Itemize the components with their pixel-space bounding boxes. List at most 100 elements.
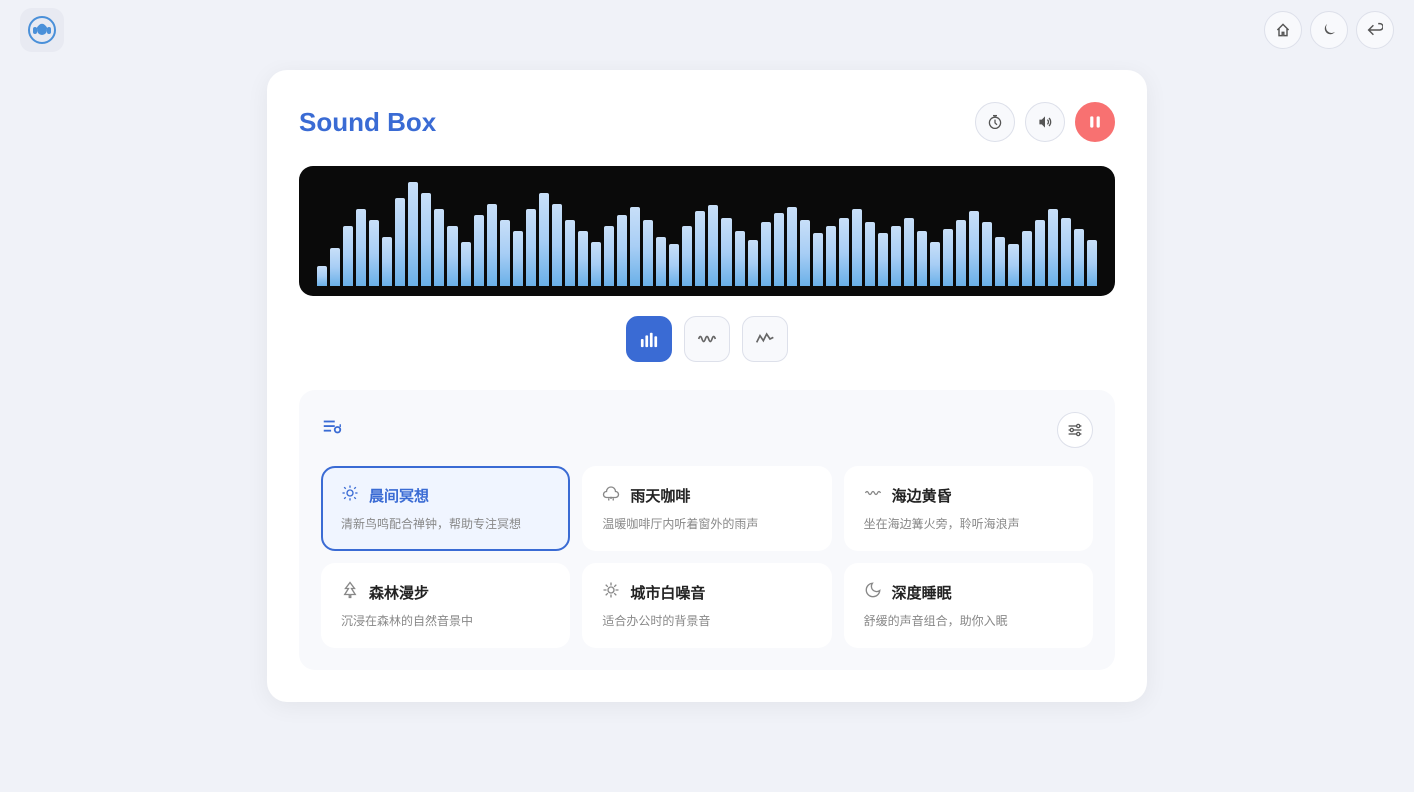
viz-bar xyxy=(343,226,353,287)
sound-desc-rainy: 温暖咖啡厅内听着窗外的雨声 xyxy=(602,515,811,533)
viz-bar xyxy=(1022,231,1032,286)
sound-icon-beach xyxy=(864,484,882,507)
viz-bar xyxy=(617,215,627,287)
sound-name-forest: 森林漫步 xyxy=(369,582,429,603)
topbar-right xyxy=(1264,11,1394,49)
viz-bar xyxy=(813,233,823,286)
viz-bar xyxy=(474,215,484,287)
viz-bar xyxy=(695,211,705,286)
viz-bar xyxy=(330,248,340,287)
viz-bar xyxy=(578,231,588,286)
sound-grid: 晨间冥想 清新鸟鸣配合禅钟，帮助专注冥想 雨天咖啡 温暖咖啡厅内听着窗外的雨声 … xyxy=(321,466,1093,648)
sound-card-morning[interactable]: 晨间冥想 清新鸟鸣配合禅钟，帮助专注冥想 xyxy=(321,466,570,551)
viz-bar xyxy=(1008,244,1018,286)
viz-bar xyxy=(1074,229,1084,286)
main-content: Sound Box xyxy=(0,0,1414,702)
viz-bar xyxy=(917,231,927,286)
viz-bar xyxy=(995,237,1005,287)
sound-section: 晨间冥想 清新鸟鸣配合禅钟，帮助专注冥想 雨天咖啡 温暖咖啡厅内听着窗外的雨声 … xyxy=(299,390,1115,670)
sound-card-title-row: 森林漫步 xyxy=(341,581,550,604)
viz-bar xyxy=(591,242,601,286)
viz-bar xyxy=(461,242,471,286)
sound-icon-city xyxy=(602,581,620,604)
topbar xyxy=(0,0,1414,60)
viz-bar xyxy=(800,220,810,286)
sound-card-title-row: 海边黄昏 xyxy=(864,484,1073,507)
sound-desc-forest: 沉浸在森林的自然音景中 xyxy=(341,612,550,630)
viz-bar xyxy=(369,220,379,286)
viz-bar xyxy=(500,220,510,286)
viz-bar-button[interactable] xyxy=(626,316,672,362)
filter-button[interactable] xyxy=(1057,412,1093,448)
sound-desc-city: 适合办公时的背景音 xyxy=(602,612,811,630)
viz-bar xyxy=(604,226,614,287)
dark-mode-button[interactable] xyxy=(1310,11,1348,49)
viz-bar xyxy=(434,209,444,286)
viz-bar xyxy=(826,226,836,287)
sound-card-forest[interactable]: 森林漫步 沉浸在森林的自然音景中 xyxy=(321,563,570,648)
viz-bar xyxy=(1087,240,1097,286)
viz-bar xyxy=(656,237,666,287)
viz-bar xyxy=(408,182,418,287)
viz-bar xyxy=(539,193,549,287)
viz-bar xyxy=(317,266,327,286)
viz-bar xyxy=(982,222,992,286)
sound-icon-rainy xyxy=(602,484,620,507)
viz-bar xyxy=(630,207,640,286)
visualizer xyxy=(299,166,1115,296)
sound-name-beach: 海边黄昏 xyxy=(892,485,952,506)
home-button[interactable] xyxy=(1264,11,1302,49)
viz-bar xyxy=(682,226,692,287)
viz-bar xyxy=(708,205,718,286)
sound-card-sleep[interactable]: 深度睡眠 舒缓的声音组合，助你入眠 xyxy=(844,563,1093,648)
viz-bar xyxy=(395,198,405,286)
viz-bar xyxy=(865,222,875,286)
sound-desc-sleep: 舒缓的声音组合，助你入眠 xyxy=(864,612,1073,630)
sound-card-rainy[interactable]: 雨天咖啡 温暖咖啡厅内听着窗外的雨声 xyxy=(582,466,831,551)
sound-section-header xyxy=(321,412,1093,448)
viz-bar xyxy=(669,244,679,286)
viz-bar xyxy=(761,222,771,286)
viz-bar xyxy=(356,209,366,286)
viz-bar xyxy=(774,213,784,286)
viz-bar xyxy=(969,211,979,286)
sound-card-title-row: 深度睡眠 xyxy=(864,581,1073,604)
viz-bar xyxy=(526,209,536,286)
sound-box-card: Sound Box xyxy=(267,70,1147,702)
playlist-icon xyxy=(321,416,343,444)
sound-card-title-row: 雨天咖啡 xyxy=(602,484,811,507)
viz-bar xyxy=(643,220,653,286)
volume-button[interactable] xyxy=(1025,102,1065,142)
viz-bar xyxy=(943,229,953,286)
viz-bar xyxy=(735,231,745,286)
viz-controls xyxy=(299,316,1115,362)
app-logo[interactable] xyxy=(20,8,64,52)
viz-bar xyxy=(421,193,431,287)
sound-name-sleep: 深度睡眠 xyxy=(892,582,952,603)
page-title: Sound Box xyxy=(299,107,436,138)
viz-bar xyxy=(552,204,562,287)
pause-button[interactable] xyxy=(1075,102,1115,142)
sound-icon-morning xyxy=(341,484,359,507)
viz-bar xyxy=(891,226,901,287)
viz-bar xyxy=(487,204,497,287)
sound-card-title-row: 晨间冥想 xyxy=(341,484,550,507)
viz-bar xyxy=(1061,218,1071,286)
sound-desc-morning: 清新鸟鸣配合禅钟，帮助专注冥想 xyxy=(341,515,550,533)
viz-wave-button[interactable] xyxy=(684,316,730,362)
viz-bar xyxy=(565,220,575,286)
viz-line-button[interactable] xyxy=(742,316,788,362)
back-button[interactable] xyxy=(1356,11,1394,49)
sound-card-city[interactable]: 城市白噪音 适合办公时的背景音 xyxy=(582,563,831,648)
viz-bar xyxy=(513,231,523,286)
sound-card-title-row: 城市白噪音 xyxy=(602,581,811,604)
viz-bar xyxy=(1048,209,1058,286)
sound-card-beach[interactable]: 海边黄昏 坐在海边篝火旁，聆听海浪声 xyxy=(844,466,1093,551)
timer-button[interactable] xyxy=(975,102,1015,142)
header-controls xyxy=(975,102,1115,142)
sound-name-city: 城市白噪音 xyxy=(630,582,705,603)
viz-bar xyxy=(721,218,731,286)
viz-bar xyxy=(787,207,797,286)
sound-desc-beach: 坐在海边篝火旁，聆听海浪声 xyxy=(864,515,1073,533)
sound-name-morning: 晨间冥想 xyxy=(369,485,429,506)
